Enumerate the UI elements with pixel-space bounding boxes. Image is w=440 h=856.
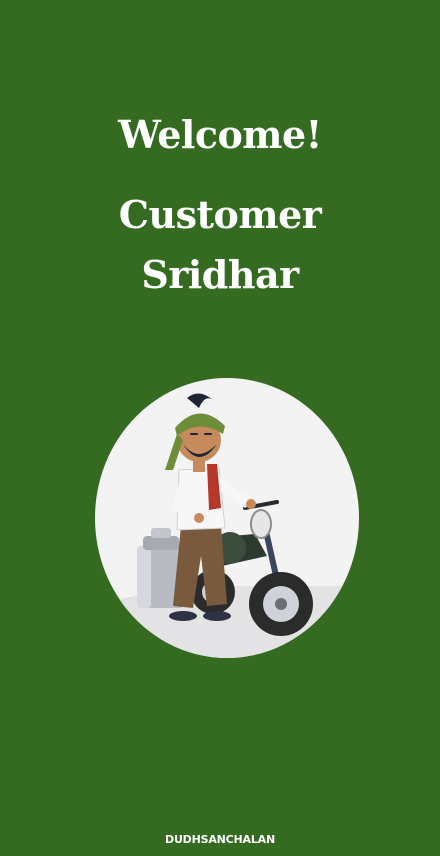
user-role-text: Customer (118, 192, 322, 237)
brand-footer-text: DUDHSANCHALAN (165, 833, 275, 846)
welcome-screen: Welcome! Customer Sridhar DUDHSANCHALAN (0, 0, 440, 856)
welcome-heading: Welcome! (118, 112, 322, 157)
milkman-illustration (95, 378, 359, 658)
milkman-with-motorcycle-illustration-icon (95, 393, 359, 658)
user-name-text: Sridhar (141, 252, 299, 297)
